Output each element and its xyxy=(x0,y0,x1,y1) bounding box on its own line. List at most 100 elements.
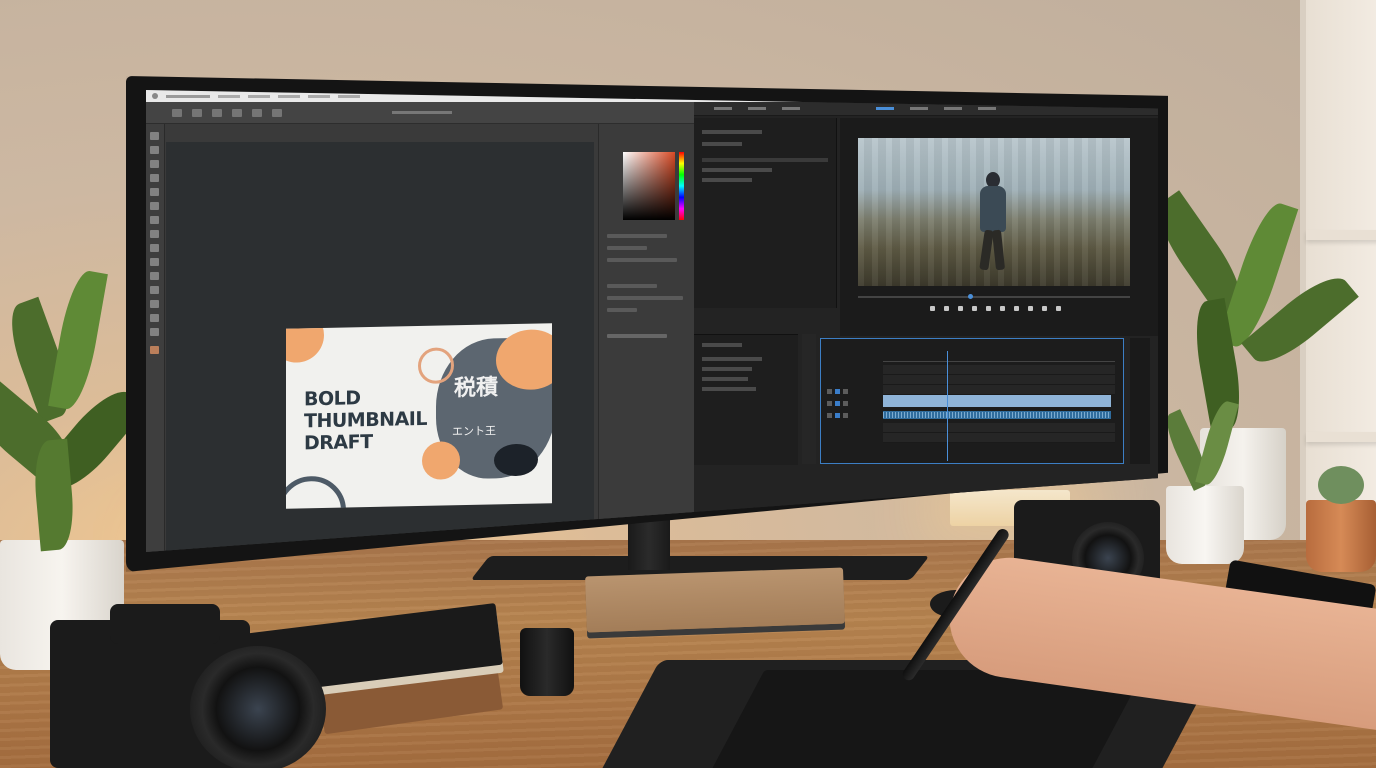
panel-row xyxy=(607,258,677,262)
workspace-tab[interactable] xyxy=(978,107,996,110)
color-picker[interactable] xyxy=(623,152,675,220)
move-tool-icon xyxy=(150,132,159,140)
person-leg xyxy=(991,229,1006,271)
extract-icon[interactable] xyxy=(1042,306,1047,311)
workspace-tab[interactable] xyxy=(944,107,962,110)
person-body xyxy=(980,186,1006,232)
time-ruler[interactable] xyxy=(883,353,1115,362)
option-icon xyxy=(212,108,222,117)
eye-icon[interactable] xyxy=(843,400,848,406)
pen-tool-icon xyxy=(150,272,159,280)
brush-tool-icon xyxy=(150,216,159,224)
image-editor-window: BOLD THUMBNAIL DRAFT 税積 エント王 xyxy=(146,102,695,552)
lock-icon[interactable] xyxy=(827,400,832,406)
export-frame-icon[interactable] xyxy=(1056,306,1061,311)
title-line: BOLD xyxy=(304,387,361,411)
panel-row xyxy=(607,234,667,238)
step-back-icon[interactable] xyxy=(972,306,977,311)
camera-lens xyxy=(190,646,326,768)
timeline-panel xyxy=(820,338,1124,464)
target-icon[interactable] xyxy=(835,412,840,418)
panel-row xyxy=(607,296,683,300)
transport-controls xyxy=(930,306,1061,311)
search-field[interactable] xyxy=(702,142,742,146)
timeline-playhead[interactable] xyxy=(947,351,948,461)
lift-icon[interactable] xyxy=(1028,306,1033,311)
mute-icon[interactable] xyxy=(843,412,848,418)
mark-in-icon[interactable] xyxy=(930,306,935,311)
document-tab xyxy=(392,111,452,114)
option-icon xyxy=(232,108,242,117)
home-icon xyxy=(172,108,182,117)
track-v1 xyxy=(883,385,1115,395)
title-line: THUMBNAIL xyxy=(304,407,427,433)
bin-row[interactable] xyxy=(702,158,828,162)
audio-waveform xyxy=(883,412,1111,418)
playback-scrubber[interactable] xyxy=(858,294,1130,299)
brush-icon xyxy=(192,108,202,117)
japanese-headline: 税積 xyxy=(454,375,499,402)
panel-row xyxy=(607,284,657,288)
track-a3 xyxy=(883,433,1115,443)
eye-icon[interactable] xyxy=(843,388,848,394)
playhead-handle[interactable] xyxy=(968,294,973,299)
step-forward-icon[interactable] xyxy=(1000,306,1005,311)
pen-holder xyxy=(520,628,574,696)
type-tool-icon xyxy=(150,286,159,294)
panel-tab[interactable] xyxy=(702,343,742,347)
track-header xyxy=(827,411,877,419)
audio-meters xyxy=(1130,338,1150,464)
go-to-out-icon[interactable] xyxy=(1014,306,1019,311)
video-clip[interactable] xyxy=(883,395,1111,407)
workspace-tab[interactable] xyxy=(714,107,732,110)
list-row[interactable] xyxy=(702,377,748,381)
panel-tab[interactable] xyxy=(702,130,762,134)
zoom-tool-icon xyxy=(150,328,159,336)
running-person xyxy=(976,172,1010,272)
options-bar xyxy=(146,102,694,124)
dark-blob xyxy=(494,443,538,477)
bookshelf xyxy=(1300,0,1376,540)
track-a2 xyxy=(883,423,1115,433)
layer-row[interactable] xyxy=(607,334,667,338)
shape-tool-icon xyxy=(150,300,159,308)
workspace-tab[interactable] xyxy=(782,107,800,110)
workspace-tab[interactable] xyxy=(910,107,928,110)
workspace-tab-active[interactable] xyxy=(876,107,894,110)
bin-row[interactable] xyxy=(702,168,772,172)
monitor-screen: BOLD THUMBNAIL DRAFT 税積 エント王 xyxy=(146,90,1158,552)
option-icon xyxy=(252,108,262,117)
bin-row[interactable] xyxy=(702,178,752,182)
menu-item xyxy=(338,94,360,98)
right-panels xyxy=(598,124,695,552)
menu-item xyxy=(278,94,300,98)
list-row[interactable] xyxy=(702,357,762,361)
project-panel xyxy=(694,118,837,308)
thumbnail-title: BOLD THUMBNAIL DRAFT xyxy=(304,386,427,454)
workspace-tab[interactable] xyxy=(748,107,766,110)
menu-item xyxy=(218,94,240,98)
lasso-tool-icon xyxy=(150,160,159,168)
track-v2 xyxy=(883,375,1115,385)
play-icon[interactable] xyxy=(986,306,991,311)
eraser-tool-icon xyxy=(150,244,159,252)
lock-icon[interactable] xyxy=(827,388,832,394)
menu-item xyxy=(166,94,210,98)
list-row[interactable] xyxy=(702,387,756,391)
track-v3 xyxy=(883,365,1115,375)
target-icon[interactable] xyxy=(835,388,840,394)
succulent xyxy=(1318,466,1364,504)
target-icon[interactable] xyxy=(835,400,840,406)
foreground-color-swatch xyxy=(150,346,159,354)
menu-item xyxy=(248,94,270,98)
camera-top xyxy=(110,604,220,644)
program-monitor xyxy=(840,118,1158,336)
hue-slider[interactable] xyxy=(679,152,684,220)
mark-out-icon[interactable] xyxy=(944,306,949,311)
list-row[interactable] xyxy=(702,367,752,371)
audio-clip[interactable] xyxy=(883,411,1111,419)
go-to-in-icon[interactable] xyxy=(958,306,963,311)
lock-icon[interactable] xyxy=(827,412,832,418)
ring-shape xyxy=(286,475,346,509)
panel-row xyxy=(607,308,637,312)
